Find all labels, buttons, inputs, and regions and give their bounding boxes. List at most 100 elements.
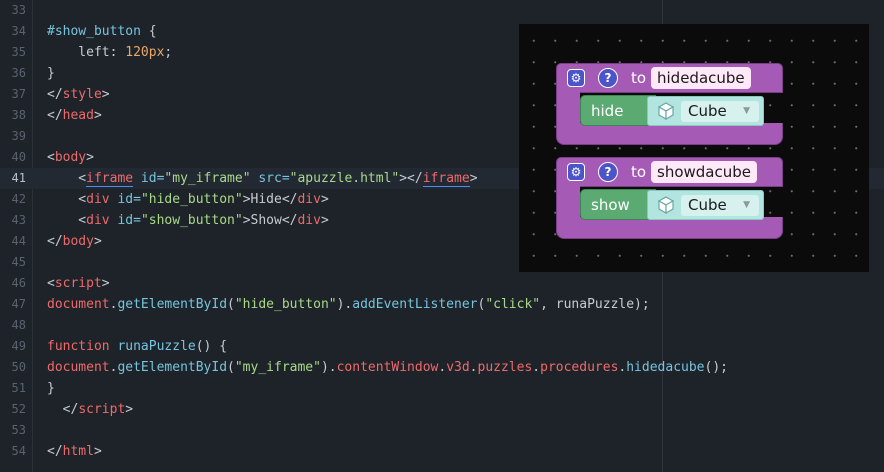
- code-token: .: [438, 360, 447, 375]
- line-number: 42: [11, 192, 26, 206]
- question-icon[interactable]: ?: [598, 162, 618, 182]
- code-token: </: [47, 87, 63, 102]
- line-code: </html>: [47, 441, 102, 462]
- line-number: 38: [11, 108, 26, 122]
- line-number: 44: [11, 234, 26, 248]
- line-number: 51: [11, 381, 26, 395]
- object-dropdown[interactable]: Cube ▼: [681, 195, 759, 216]
- procedure-block-hidedacube[interactable]: ⚙ ? to hidedacube hide Cube ▼: [556, 63, 783, 145]
- code-token: >Show</: [242, 213, 298, 228]
- code-token: <: [47, 213, 87, 228]
- line-number: 39: [11, 129, 26, 143]
- line-number: 33: [11, 3, 26, 17]
- code-token: procedures: [540, 360, 619, 375]
- line-number: 47: [11, 297, 26, 311]
- code-token: "hide_button": [234, 297, 337, 312]
- hide-statement-block[interactable]: hide Cube ▼: [580, 95, 764, 126]
- line-code: }: [47, 63, 55, 84]
- statement-body: hide: [580, 95, 656, 126]
- code-line[interactable]: 33: [0, 0, 884, 21]
- code-token: left:: [47, 45, 126, 60]
- gear-icon[interactable]: ⚙: [567, 69, 585, 87]
- code-token: getElementById: [117, 360, 228, 375]
- object-block[interactable]: Cube ▼: [647, 190, 764, 220]
- code-token: </: [47, 108, 63, 123]
- cube-icon: [657, 196, 675, 215]
- code-editor[interactable]: 33 34 #show_button {35 left: 120px; 36} 37 </…: [0, 0, 884, 472]
- code-token: >: [101, 87, 110, 102]
- line-code: document.getElementById("hide_button").a…: [47, 294, 650, 315]
- line-number: 46: [11, 276, 26, 290]
- procedure-name-field[interactable]: showdacube: [651, 161, 757, 183]
- code-token: , runaPuzzle);: [540, 297, 650, 312]
- code-line[interactable]: 52 </script>: [0, 399, 884, 420]
- line-code: </style>: [47, 84, 110, 105]
- line-code: }: [47, 378, 55, 399]
- code-token: id=: [109, 213, 141, 228]
- code-token: <: [47, 171, 87, 186]
- code-token: addEventListener: [352, 297, 478, 312]
- object-dropdown[interactable]: Cube ▼: [681, 101, 759, 122]
- code-line[interactable]: 51}: [0, 378, 884, 399]
- code-token: hidedacube: [626, 360, 705, 375]
- line-number: 49: [11, 339, 26, 353]
- code-token: <: [47, 192, 87, 207]
- code-token: >: [93, 234, 102, 249]
- code-token: "my_iframe": [234, 360, 321, 375]
- code-token: ).: [336, 297, 353, 312]
- code-token: .: [469, 360, 478, 375]
- code-token: .: [532, 360, 541, 375]
- object-block[interactable]: Cube ▼: [647, 96, 764, 126]
- code-token: >: [469, 171, 478, 186]
- line-number: 36: [11, 66, 26, 80]
- code-line[interactable]: 47 document.getElementById("hide_button")…: [0, 294, 884, 315]
- code-token: }: [47, 381, 55, 396]
- code-token: <: [47, 150, 55, 165]
- line-code: <body>: [47, 147, 94, 168]
- line-code: <div id="show_button">Show</div>: [47, 210, 329, 231]
- code-token: "click": [485, 297, 541, 312]
- code-token: ).: [320, 360, 337, 375]
- procedure-name-field[interactable]: hidedacube: [651, 67, 751, 89]
- line-code: <div id="hide_button">Hide</div>: [47, 189, 329, 210]
- code-token: contentWindow: [336, 360, 439, 375]
- code-token: </: [47, 444, 63, 459]
- puzzle-preview-panel: ⚙ ? to hidedacube hide Cube ▼ ⚙ ? to sho…: [519, 24, 869, 272]
- statement-label: hide: [591, 102, 624, 120]
- code-token: >: [320, 192, 329, 207]
- line-code: </head>: [47, 105, 102, 126]
- code-token: v3d: [446, 360, 470, 375]
- code-token: () {: [195, 339, 228, 354]
- code-token: head: [62, 108, 94, 123]
- code-token: getElementById: [117, 297, 228, 312]
- dropdown-arrow-icon: ▼: [743, 200, 750, 210]
- code-token: 120px: [125, 45, 165, 60]
- procedure-body-arm: [556, 91, 580, 125]
- code-line[interactable]: 54 </html>: [0, 441, 884, 462]
- line-code: function runaPuzzle() {: [47, 336, 227, 357]
- code-line[interactable]: 50 document. getElementById("my_iframe").c…: [0, 357, 884, 378]
- code-token: >Hide</: [242, 192, 298, 207]
- code-line[interactable]: 46 <script>: [0, 273, 884, 294]
- statement-label: show: [591, 196, 630, 214]
- code-token: puzzles: [477, 360, 533, 375]
- show-statement-block[interactable]: show Cube ▼: [580, 189, 764, 220]
- code-token: document: [47, 297, 110, 312]
- line-number: 35: [11, 45, 26, 59]
- line-number: 40: [11, 150, 26, 164]
- procedure-block-showdacube[interactable]: ⚙ ? to showdacube show Cube ▼: [556, 157, 783, 239]
- code-token: "show_button": [140, 213, 243, 228]
- code-line[interactable]: 53: [0, 420, 884, 441]
- code-line[interactable]: 49 function runaPuzzle() {: [0, 336, 884, 357]
- code-token: div: [86, 213, 110, 228]
- code-line[interactable]: 48: [0, 315, 884, 336]
- procedure-to-label: to: [631, 163, 647, 181]
- code-token: div: [297, 213, 321, 228]
- question-icon[interactable]: ?: [598, 68, 618, 88]
- code-token: document: [47, 360, 110, 375]
- gear-icon[interactable]: ⚙: [567, 163, 585, 181]
- code-token: id=: [133, 171, 165, 186]
- code-token: >: [125, 402, 134, 417]
- line-number: 34: [11, 24, 26, 38]
- line-number: 45: [11, 255, 26, 269]
